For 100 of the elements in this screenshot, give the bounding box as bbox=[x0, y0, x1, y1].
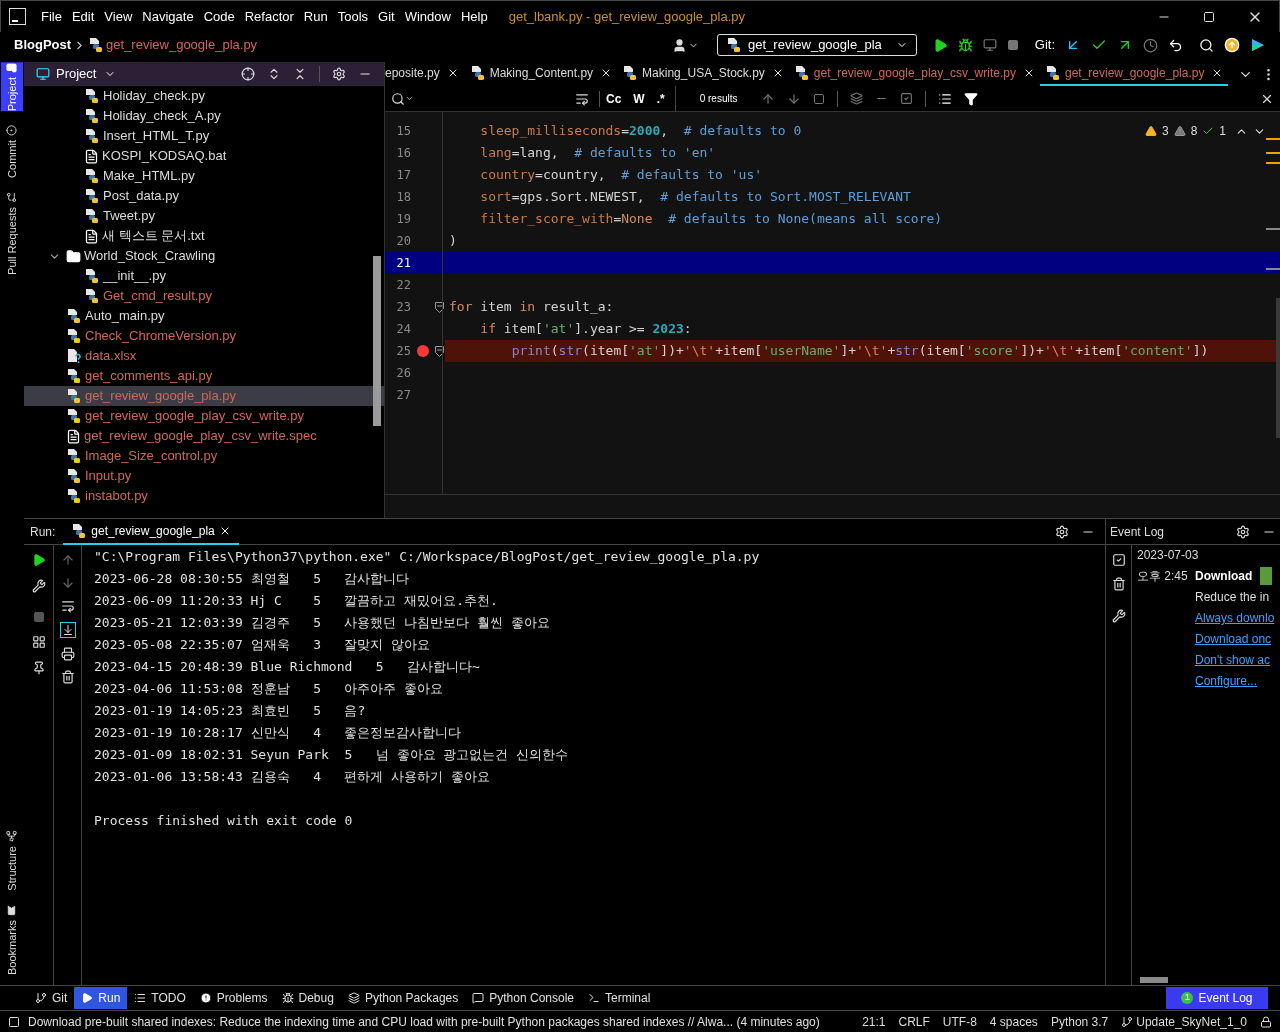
tree-item[interactable]: Input.py bbox=[24, 466, 384, 486]
rerun-icon[interactable] bbox=[31, 553, 46, 567]
tool-window-button[interactable]: Python Packages bbox=[340, 987, 466, 1009]
tool-window-button[interactable]: Git bbox=[28, 987, 75, 1009]
breadcrumb-project[interactable]: BlogPost bbox=[14, 35, 72, 55]
tree-item[interactable]: Tweet.py bbox=[24, 206, 384, 226]
editor-tab[interactable]: eposite.py bbox=[385, 62, 465, 86]
tree-item[interactable]: Insert_HTML_T.py bbox=[24, 126, 384, 146]
settings-icon[interactable] bbox=[1055, 524, 1069, 539]
soft-wrap-icon[interactable] bbox=[60, 599, 75, 613]
weak-warning-count[interactable]: 8 bbox=[1190, 122, 1198, 140]
warning-count[interactable]: 3 bbox=[1161, 122, 1169, 140]
tool-window-button[interactable]: TODO bbox=[127, 987, 193, 1009]
tool-window-tab[interactable]: Bookmarks bbox=[1, 904, 23, 975]
select-all-occurrences-icon[interactable] bbox=[900, 92, 914, 105]
toolbox-logo-icon[interactable] bbox=[1250, 37, 1266, 53]
tree-item[interactable]: Holiday_check_A.py bbox=[24, 106, 384, 126]
tree-item[interactable]: Get_cmd_result.py bbox=[24, 286, 384, 306]
indent-setting[interactable]: 4 spaces bbox=[989, 1012, 1038, 1031]
status-toggle-icon[interactable] bbox=[8, 1015, 20, 1028]
caret-position[interactable]: 21:1 bbox=[862, 1012, 886, 1031]
wrench-icon[interactable] bbox=[31, 579, 46, 593]
warning-icon[interactable] bbox=[1144, 125, 1157, 137]
menu-item[interactable]: Tools bbox=[332, 6, 374, 27]
search-option-toggle[interactable]: .* bbox=[650, 89, 671, 108]
interpreter[interactable]: Python 3.7 bbox=[1050, 1012, 1109, 1031]
tree-item[interactable]: Holiday_check.py bbox=[24, 86, 384, 106]
search-option-toggle[interactable]: W bbox=[627, 89, 651, 108]
line-separator[interactable]: CRLF bbox=[898, 1012, 930, 1031]
scroll-to-end-icon[interactable] bbox=[59, 622, 76, 638]
tool-window-button[interactable]: Problems bbox=[192, 987, 275, 1009]
weak-warning-icon[interactable] bbox=[1173, 125, 1186, 137]
trash-icon[interactable] bbox=[1111, 577, 1126, 591]
collapse-all-icon[interactable] bbox=[293, 67, 307, 81]
history-icon[interactable] bbox=[1143, 37, 1158, 53]
tree-item[interactable]: Post_data.py bbox=[24, 186, 384, 206]
tool-window-tab[interactable]: Pull Requests bbox=[1, 192, 23, 275]
tree-item[interactable]: Make_HTML.py bbox=[24, 166, 384, 186]
menu-item[interactable]: File bbox=[36, 6, 67, 27]
error-stripe-drawing[interactable] bbox=[1264, 138, 1280, 438]
breadcrumb-file[interactable]: get_review_google_pla.py bbox=[106, 35, 258, 55]
menu-item[interactable]: Refactor bbox=[239, 6, 299, 27]
tree-item[interactable]: instabot.py bbox=[24, 486, 384, 506]
tree-item[interactable]: Check_ChromeVersion.py bbox=[24, 326, 384, 346]
tree-item[interactable]: get_review_google_play_csv_write.spec bbox=[24, 426, 384, 446]
tool-window-button[interactable]: Debug bbox=[274, 987, 341, 1009]
run-config-dropdown[interactable]: get_review_google_pla bbox=[717, 34, 917, 56]
tool-window-button[interactable]: Python Console bbox=[465, 987, 581, 1009]
trash-icon[interactable] bbox=[60, 670, 75, 684]
mark-read-icon[interactable] bbox=[1111, 553, 1126, 567]
log-link[interactable]: Don't show ac bbox=[1195, 650, 1270, 671]
update-badge-icon[interactable] bbox=[1224, 37, 1240, 53]
add-occurrence-icon[interactable] bbox=[850, 92, 864, 105]
run-icon[interactable] bbox=[932, 37, 948, 53]
menu-item[interactable]: Git bbox=[373, 6, 400, 27]
horizontal-scrollbar[interactable] bbox=[1140, 977, 1168, 983]
caret-icon[interactable] bbox=[405, 94, 414, 103]
tree-item[interactable]: __init__.py bbox=[24, 266, 384, 286]
log-link[interactable]: Configure... bbox=[1195, 671, 1258, 692]
debug-icon[interactable] bbox=[957, 37, 973, 53]
down-icon[interactable] bbox=[60, 576, 75, 590]
tree-item[interactable]: get_review_google_play_csv_write.py bbox=[24, 406, 384, 426]
new-line-icon[interactable] bbox=[575, 91, 589, 106]
branch-icon[interactable] bbox=[1121, 1015, 1134, 1028]
editor-tab[interactable]: get_review_google_play_csv_write.py bbox=[788, 62, 1040, 86]
menu-item[interactable]: Code bbox=[198, 6, 240, 27]
tool-window-tab[interactable]: Structure bbox=[1, 831, 23, 891]
fold-marker-icon[interactable] bbox=[434, 301, 444, 313]
rollback-icon[interactable] bbox=[1168, 37, 1183, 53]
project-view-dropdown[interactable]: Project bbox=[56, 64, 117, 84]
menu-item[interactable]: Window bbox=[399, 6, 456, 27]
fold-marker-icon[interactable] bbox=[434, 345, 444, 357]
scrollbar-thumb[interactable] bbox=[373, 256, 381, 426]
menu-item[interactable]: Navigate bbox=[137, 6, 199, 27]
print-icon[interactable] bbox=[60, 647, 75, 661]
event-log-button[interactable]: 1 Event Log bbox=[1166, 987, 1268, 1009]
search-icon[interactable] bbox=[391, 91, 405, 106]
typo-count[interactable]: 1 bbox=[1219, 122, 1226, 140]
git-branch[interactable]: Update_SkyNet_1_0 bbox=[1136, 1012, 1247, 1031]
stop-icon[interactable] bbox=[32, 611, 45, 623]
pin-icon[interactable] bbox=[31, 661, 46, 675]
menu-item[interactable]: Edit bbox=[66, 6, 100, 27]
search-option-toggle[interactable]: Cc bbox=[600, 89, 628, 108]
tool-window-button[interactable]: Run bbox=[74, 987, 128, 1009]
tool-window-tab[interactable]: Project bbox=[1, 62, 23, 112]
user-icon[interactable] bbox=[672, 37, 688, 53]
run-tab[interactable]: get_review_google_pla bbox=[63, 518, 239, 545]
coverage-icon[interactable] bbox=[982, 38, 997, 52]
menu-item[interactable]: Help bbox=[455, 6, 493, 27]
up-icon[interactable] bbox=[60, 553, 75, 567]
editor-tab[interactable]: Making_Content.py bbox=[464, 62, 618, 86]
wrench-icon[interactable] bbox=[1111, 609, 1126, 623]
locate-icon[interactable] bbox=[241, 67, 255, 81]
log-link[interactable]: Download onc bbox=[1195, 629, 1272, 650]
tree-item[interactable]: get_comments_api.py bbox=[24, 366, 384, 386]
search-icon[interactable] bbox=[1199, 37, 1214, 53]
stop-icon[interactable] bbox=[1006, 39, 1019, 51]
tree-item[interactable]: Auto_main.py bbox=[24, 306, 384, 326]
previous-icon[interactable] bbox=[761, 91, 776, 106]
menu-item[interactable]: View bbox=[99, 6, 138, 27]
